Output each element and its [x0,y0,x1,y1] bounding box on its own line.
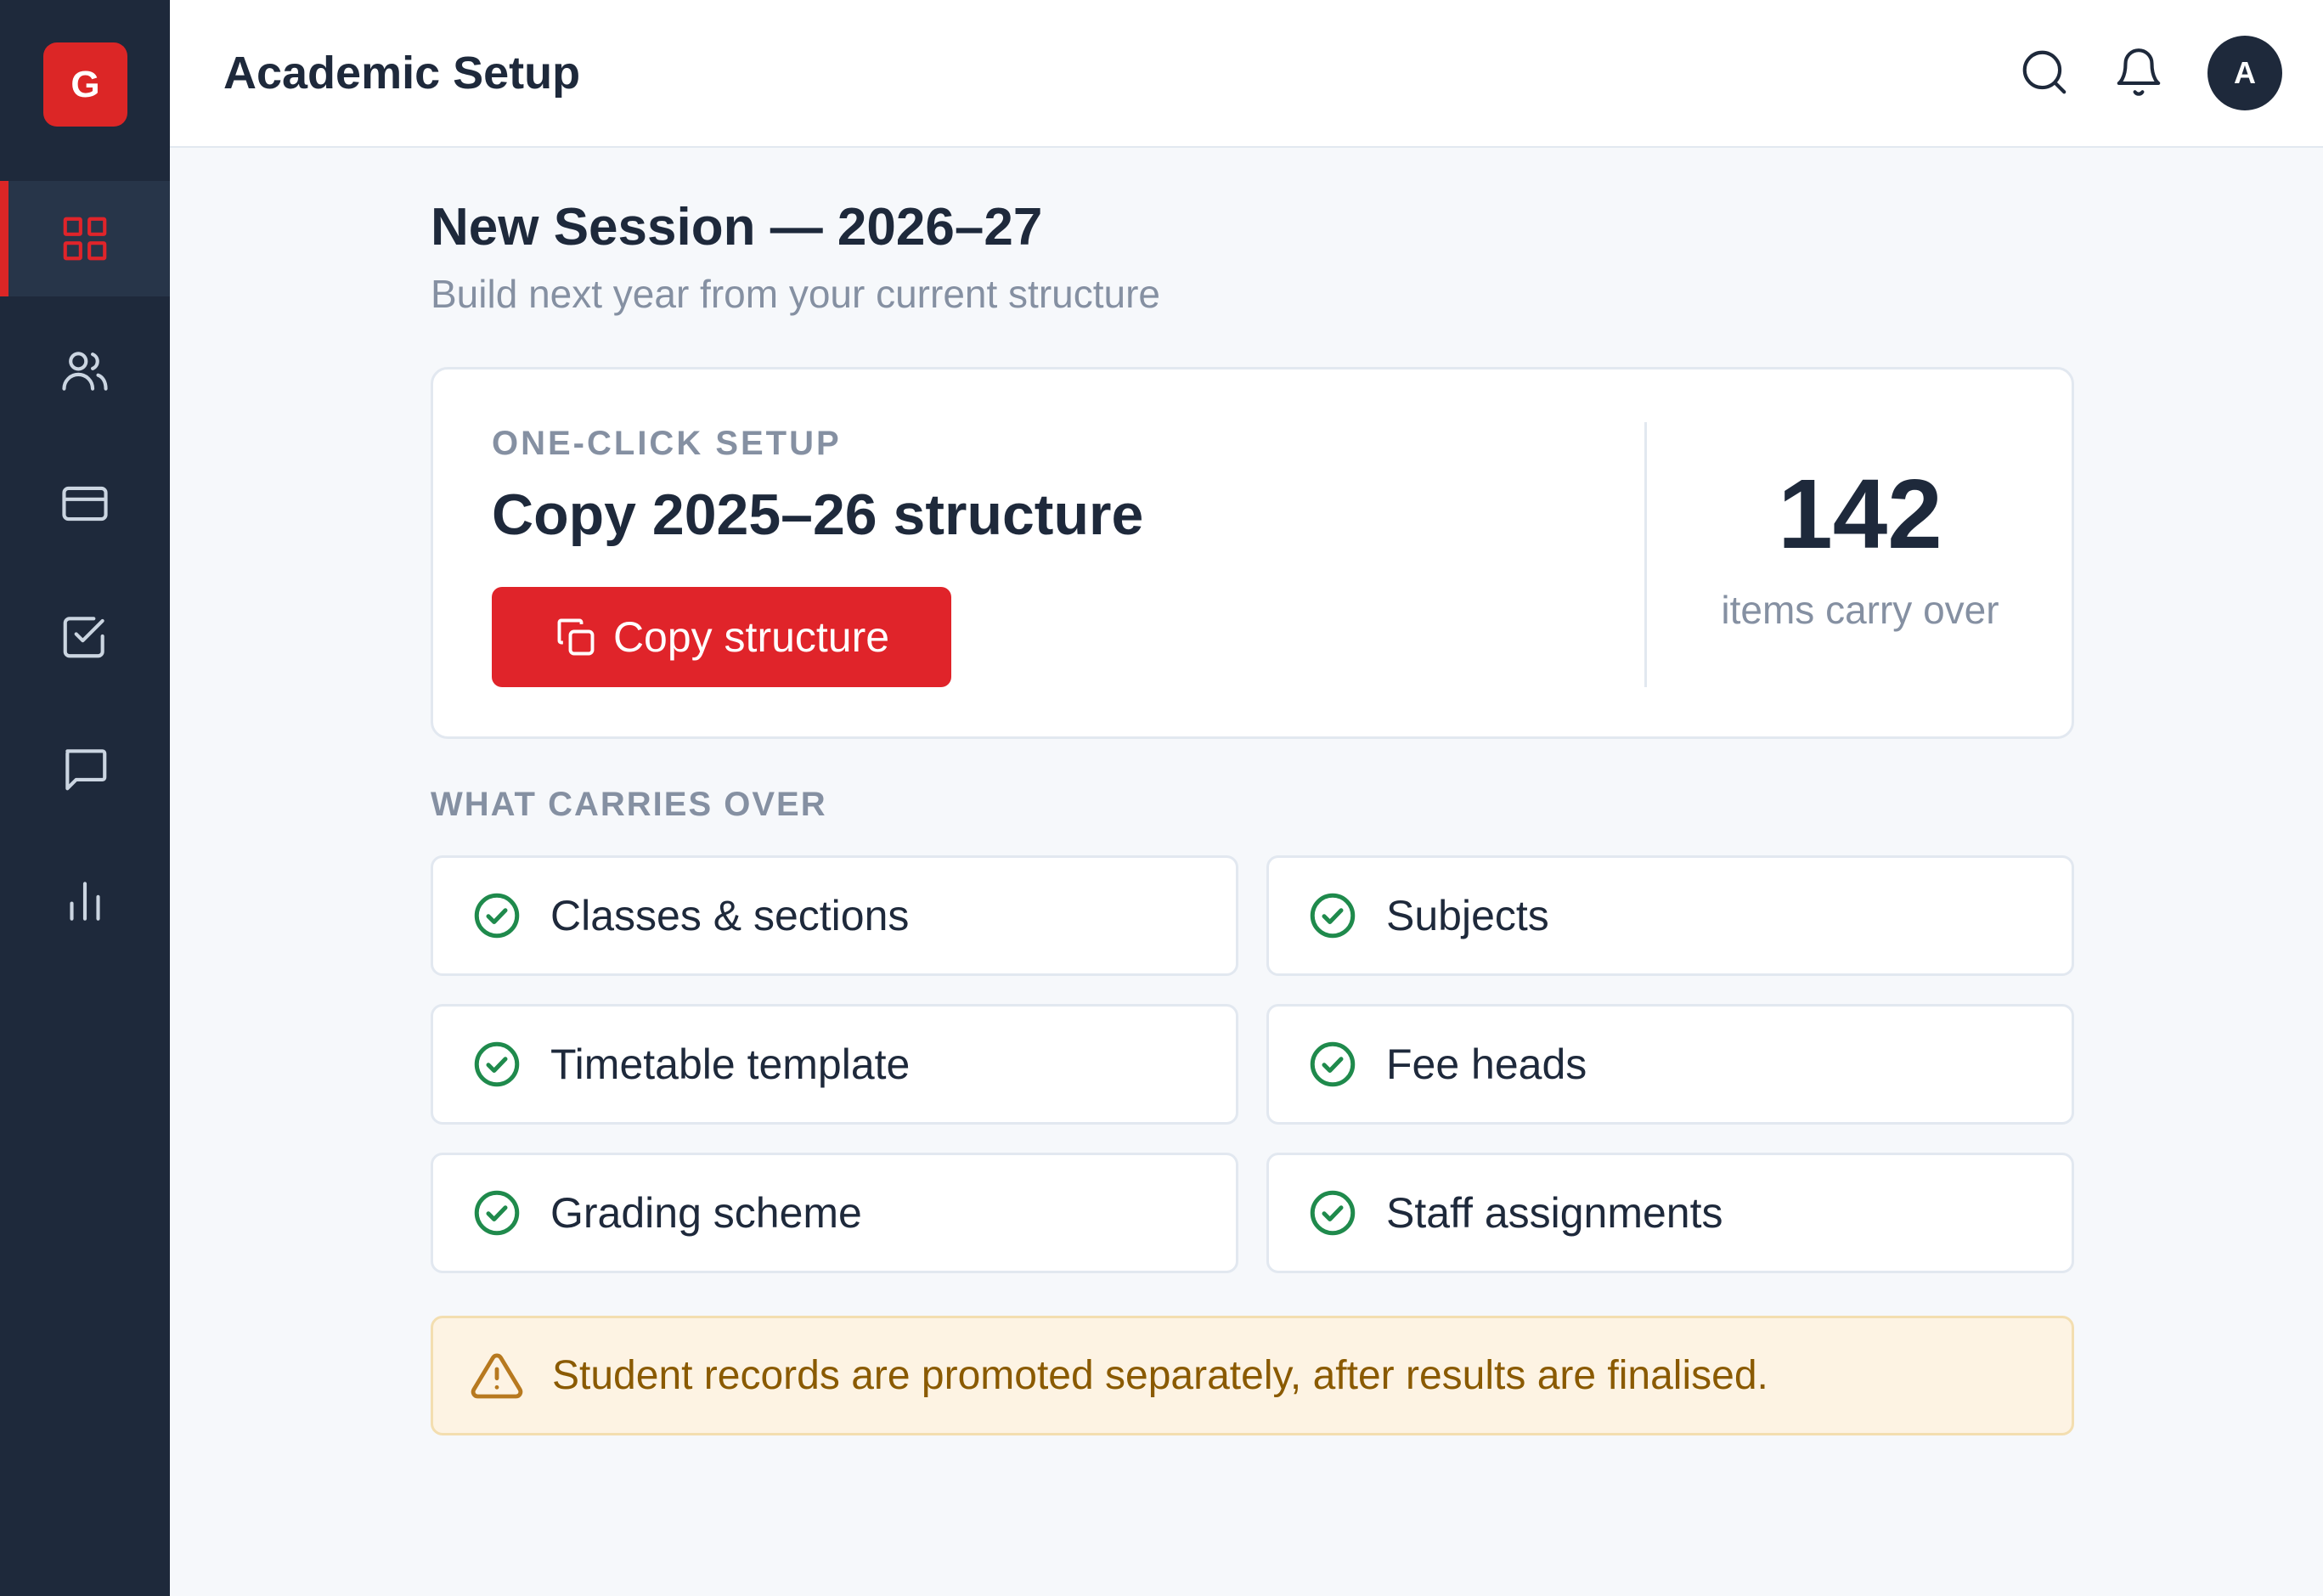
copy-structure-label: Copy structure [612,613,890,661]
message-icon [65,749,107,791]
section-label: WHAT CARRIES OVER [431,786,827,823]
app-logo[interactable]: G [43,42,127,127]
notice-text: Student records are promoted separately,… [552,1353,1768,1398]
one-click-setup-card: ONE-CLICK SETUP Copy 2025–26 structure C… [431,367,2074,739]
copy-icon [557,618,595,656]
session-subtitle: Build next year from your current struct… [431,272,1160,316]
carry-item-label: Timetable template [550,1041,911,1088]
sidebar-item-payments[interactable] [0,446,170,561]
carry-item-label: Classes & sections [550,892,910,939]
carry-item: Subjects [1266,855,2074,976]
sidebar-item-dashboard[interactable] [0,181,170,296]
carry-item: Grading scheme [431,1153,1238,1273]
check-circle-icon [1310,893,1356,939]
promotion-notice: Student records are promoted separately,… [431,1316,2074,1435]
session-title: New Session — 2026–27 [431,198,1043,257]
card-eyebrow: ONE-CLICK SETUP [492,425,842,462]
check-circle-icon [1310,1041,1356,1087]
card-icon [62,486,108,522]
bar-chart-icon [70,882,100,921]
carry-item-label: Grading scheme [550,1189,862,1237]
card-title: Copy 2025–26 structure [492,482,1144,547]
check-circle-icon [474,1041,520,1087]
bell-icon[interactable] [2112,46,2165,99]
check-circle-icon [474,893,520,939]
copy-structure-button[interactable]: Copy structure [492,587,951,687]
sidebar-item-tasks[interactable] [0,578,170,694]
task-check-icon [63,617,104,658]
sidebar: G [0,0,170,1596]
items-count-label: items carry over [1721,588,1999,632]
carry-item-label: Fee heads [1386,1041,1587,1088]
carry-item: Timetable template [431,1004,1238,1125]
dashboard-grid-icon [63,217,107,261]
card-divider [1644,422,1647,687]
sidebar-item-messages[interactable] [0,711,170,826]
warning-triangle-icon [471,1353,523,1398]
carry-item-label: Staff assignments [1386,1189,1723,1237]
top-header: Academic Setup A [170,0,2323,148]
carry-item: Fee heads [1266,1004,2074,1125]
carry-item-label: Subjects [1386,892,1549,939]
carry-item: Classes & sections [431,855,1238,976]
check-circle-icon [474,1190,520,1236]
items-count: 142 [1778,459,1942,569]
avatar[interactable]: A [2207,36,2282,110]
search-icon[interactable] [2018,46,2071,99]
sidebar-item-users[interactable] [0,313,170,429]
page-title: Academic Setup [223,48,581,99]
sidebar-item-reports[interactable] [0,843,170,959]
users-icon [62,352,108,391]
check-circle-icon [1310,1190,1356,1236]
carry-item: Staff assignments [1266,1153,2074,1273]
